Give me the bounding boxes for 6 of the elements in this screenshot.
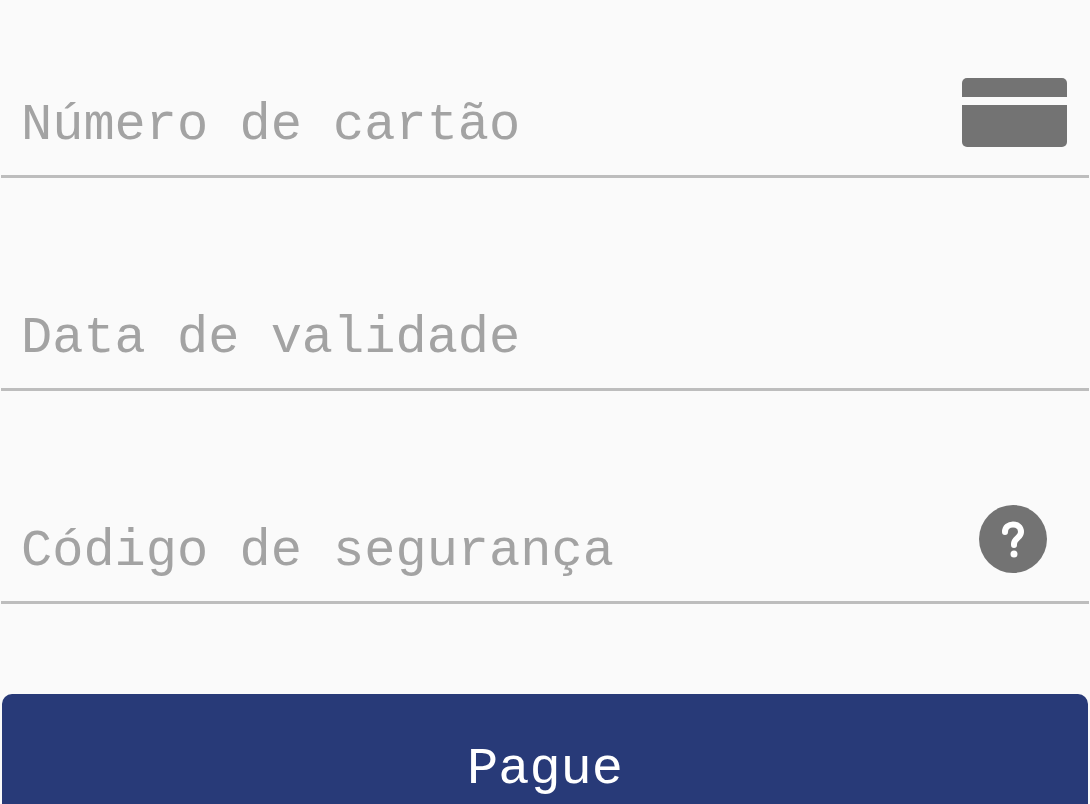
input-field[interactable]: Data de validade <box>21 304 1067 374</box>
credit-card-icon <box>962 78 1067 147</box>
help-icon[interactable] <box>979 505 1047 573</box>
input-field[interactable]: Código de segurança <box>21 517 979 587</box>
pay-button[interactable]: Pague <box>2 694 1088 804</box>
input-field[interactable]: Número de cartão <box>21 91 962 161</box>
